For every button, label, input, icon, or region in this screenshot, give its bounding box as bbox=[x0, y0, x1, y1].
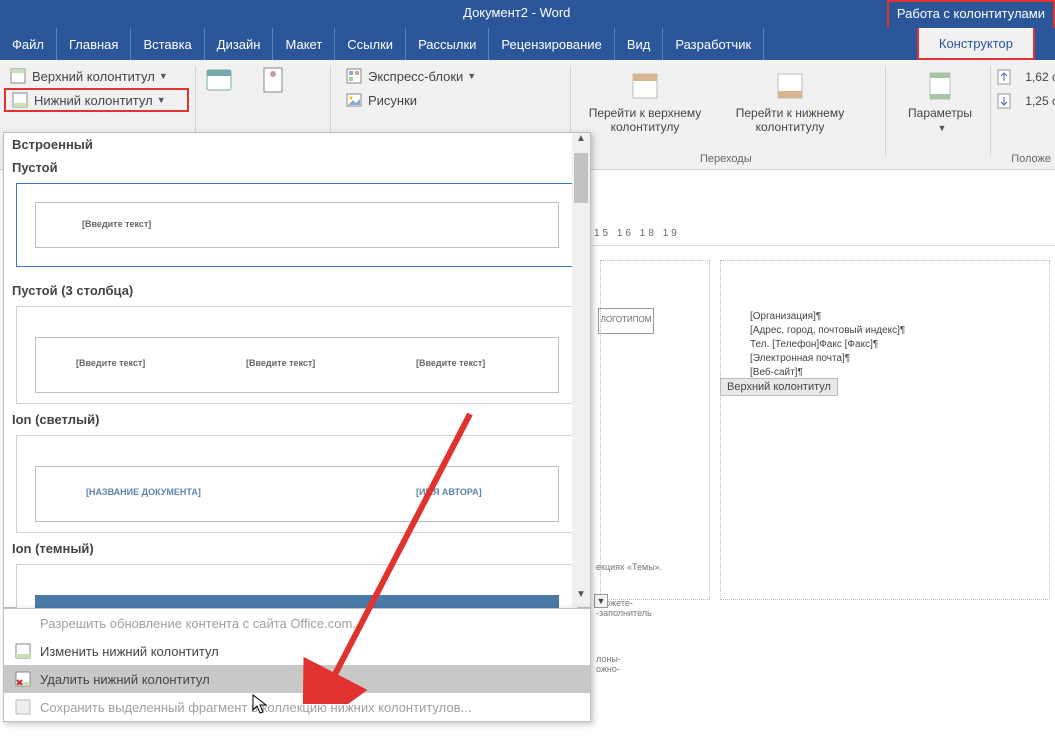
gallery-section-title: Ion (темный) bbox=[4, 537, 590, 560]
go-to-footer-button[interactable]: Перейти к нижнему колонтитулу bbox=[720, 70, 860, 134]
tab-layout[interactable]: Макет bbox=[273, 28, 335, 60]
tab-refs[interactable]: Ссылки bbox=[335, 28, 406, 60]
hdr-line: [Электронная почта]¶ bbox=[750, 352, 905, 366]
tab-review[interactable]: Рецензирование bbox=[489, 28, 614, 60]
hdr-line: [Адрес, город, почтовый индекс]¶ bbox=[750, 324, 905, 338]
header-icon bbox=[10, 68, 26, 84]
chevron-down-icon: ▼ bbox=[159, 71, 168, 81]
footer-position-field[interactable]: 1,25 с bbox=[996, 90, 1055, 112]
chevron-down-icon: ▼ bbox=[938, 123, 947, 133]
tab-design[interactable]: Дизайн bbox=[205, 28, 274, 60]
go-to-header-button[interactable]: Перейти к верхнему колонтитулу bbox=[580, 70, 710, 134]
header-sample-text: [Организация]¶ [Адрес, город, почтовый и… bbox=[750, 310, 905, 380]
quick-parts-icon bbox=[346, 68, 362, 84]
context-tab-header: Работа с колонтитулами bbox=[887, 0, 1055, 28]
cursor-icon bbox=[252, 694, 270, 716]
footer-template-ion-light[interactable]: [НАЗВАНИЕ ДОКУМЕНТА] [ИМЯ АВТОРА] bbox=[16, 435, 578, 533]
nav-group-label: Переходы bbox=[700, 153, 752, 165]
edit-footer-icon bbox=[14, 642, 32, 660]
save-gallery-icon bbox=[14, 698, 32, 716]
tab-file[interactable]: Файл bbox=[0, 28, 57, 60]
menu-item-label: Изменить нижний колонтитул bbox=[40, 644, 219, 659]
tab-mailings[interactable]: Рассылки bbox=[406, 28, 489, 60]
blank-icon bbox=[14, 614, 32, 632]
pictures-icon bbox=[346, 92, 362, 108]
header-position-field[interactable]: 1,62 с bbox=[996, 66, 1055, 88]
gallery-section-title: Ion (светлый) bbox=[4, 408, 590, 431]
footer-gallery-menu: Разрешить обновление контента с сайта Of… bbox=[3, 608, 591, 722]
gallery-scrollbar[interactable]: ▲ ▼ bbox=[572, 133, 590, 607]
menu-delete-footer[interactable]: Удалить нижний колонтитул bbox=[4, 665, 590, 693]
body-snippet: екциях «Темы». bbox=[596, 562, 662, 572]
horizontal-ruler[interactable]: 15 16 18 19 bbox=[590, 228, 1055, 246]
menu-allow-office-update: Разрешить обновление контента с сайта Of… bbox=[4, 609, 590, 637]
position-group-label: Положе bbox=[1011, 153, 1051, 165]
placeholder-text: [Введите текст] bbox=[76, 358, 145, 368]
quick-parts-dropdown[interactable]: Экспресс-блоки ▼ bbox=[340, 64, 500, 88]
header-position-value: 1,62 с bbox=[1016, 70, 1055, 84]
menu-item-label: Разрешить обновление контента с сайта Of… bbox=[40, 616, 363, 631]
scroll-thumb[interactable] bbox=[574, 153, 588, 203]
go-footer-icon bbox=[774, 70, 806, 102]
parameters-icon bbox=[924, 70, 956, 102]
scroll-up-icon[interactable]: ▲ bbox=[572, 133, 590, 151]
menu-edit-footer[interactable]: Изменить нижний колонтитул bbox=[4, 637, 590, 665]
scroll-down-icon[interactable]: ▼ bbox=[594, 594, 608, 608]
footer-template-blank[interactable]: [Введите текст] bbox=[16, 183, 578, 267]
hdr-line: [Организация]¶ bbox=[750, 310, 905, 324]
header-dropdown-label: Верхний колонтитул bbox=[32, 69, 155, 84]
delete-footer-icon bbox=[14, 670, 32, 688]
footer-dropdown-label: Нижний колонтитул bbox=[34, 93, 153, 108]
placeholder-text: [Введите текст] bbox=[416, 358, 485, 368]
document-title: Документ2 - Word bbox=[463, 5, 570, 20]
parameters-label: Параметры bbox=[908, 106, 972, 120]
tab-constructor[interactable]: Конструктор bbox=[917, 28, 1035, 60]
gallery-section-title: Пустой (3 столбца) bbox=[4, 279, 590, 302]
tab-insert[interactable]: Вставка bbox=[131, 28, 204, 60]
go-to-footer-label: Перейти к нижнему колонтитулу bbox=[736, 106, 845, 134]
header-area-badge: Верхний колонтитул bbox=[720, 378, 838, 396]
placeholder-text: [НАЗВАНИЕ ДОКУМЕНТА] bbox=[86, 487, 201, 497]
hdr-line: Тел. [Телефон]Факс [Факс]¶ bbox=[750, 338, 905, 352]
chevron-down-icon: ▼ bbox=[467, 71, 476, 81]
placeholder-text: [ИМЯ АВТОРА] bbox=[416, 487, 482, 497]
pictures-label: Рисунки bbox=[368, 93, 417, 108]
menu-save-selection: Сохранить выделенный фрагмент в коллекци… bbox=[4, 693, 590, 721]
gallery-section-title: Пустой bbox=[4, 156, 590, 179]
docinfo-icon[interactable] bbox=[260, 66, 288, 94]
gallery-heading: Встроенный bbox=[4, 133, 590, 156]
scroll-down-icon[interactable]: ▼ bbox=[572, 589, 590, 607]
chevron-down-icon: ▼ bbox=[157, 95, 166, 105]
placeholder-text: [Введите текст] bbox=[82, 219, 151, 229]
pos-top-icon bbox=[996, 69, 1012, 85]
pictures-button[interactable]: Рисунки bbox=[340, 88, 460, 112]
footer-dropdown[interactable]: Нижний колонтитул ▼ bbox=[4, 88, 189, 112]
tab-view[interactable]: Вид bbox=[615, 28, 664, 60]
footer-gallery: Встроенный Пустой [Введите текст] Пустой… bbox=[3, 132, 591, 608]
go-to-header-label: Перейти к верхнему колонтитулу bbox=[589, 106, 702, 134]
title-bar: Документ2 - Word Работа с колонтитулами bbox=[0, 0, 1055, 28]
ribbon-tabs: Файл Главная Вставка Дизайн Макет Ссылки… bbox=[0, 28, 1055, 60]
quick-parts-label: Экспресс-блоки bbox=[368, 69, 463, 84]
pos-bottom-icon bbox=[996, 93, 1012, 109]
footer-template-3col[interactable]: [Введите текст] [Введите текст] [Введите… bbox=[16, 306, 578, 404]
placeholder-text: [Введите текст] bbox=[246, 358, 315, 368]
footer-position-value: 1,25 с bbox=[1016, 94, 1055, 108]
logo-placeholder: ЛОГОТИПОМ bbox=[598, 308, 654, 334]
tab-home[interactable]: Главная bbox=[57, 28, 131, 60]
menu-item-label: Удалить нижний колонтитул bbox=[40, 672, 210, 687]
go-header-icon bbox=[629, 70, 661, 102]
header-dropdown[interactable]: Верхний колонтитул ▼ bbox=[4, 64, 189, 88]
tab-dev[interactable]: Разработчик bbox=[663, 28, 764, 60]
footer-icon bbox=[12, 92, 28, 108]
date-icon[interactable] bbox=[205, 66, 233, 94]
parameters-button[interactable]: Параметры ▼ bbox=[900, 70, 980, 135]
body-snippet: лоны- ожно- bbox=[596, 654, 621, 674]
